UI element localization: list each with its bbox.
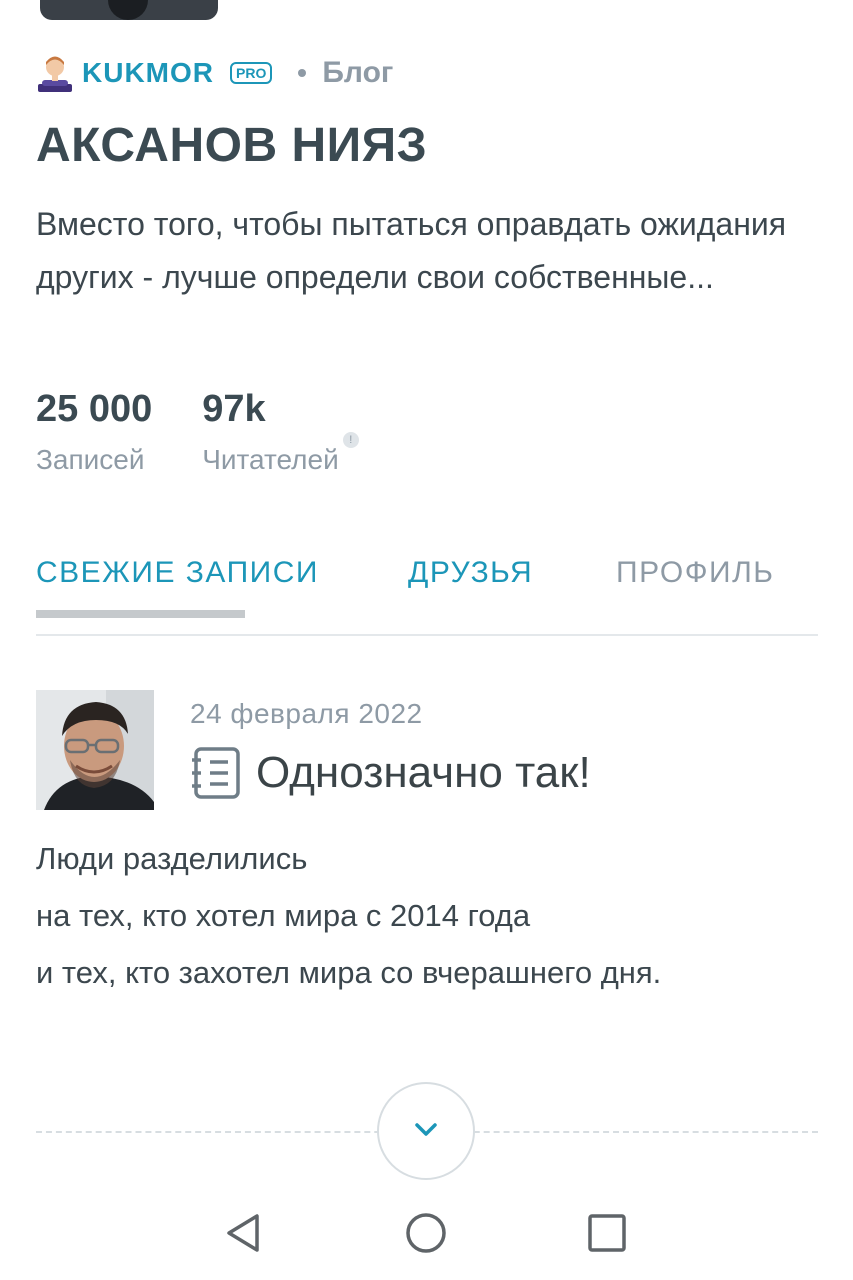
user-avatar-icon: [38, 56, 72, 92]
expand-post-button[interactable]: [377, 1082, 475, 1180]
post-date: 24 февраля 2022: [190, 698, 423, 729]
post-body-line: Люди разделились: [36, 841, 308, 876]
tab-profile[interactable]: ПРОФИЛЬ: [616, 556, 775, 590]
home-circle-icon[interactable]: [403, 1210, 449, 1256]
blog-stats: 25 000 Записей 97k Читателей!: [36, 384, 389, 476]
stat-readers-label-text: Читателей: [202, 444, 339, 475]
blog-author-line: KUKMOR PRO Блог: [36, 52, 393, 94]
username-link[interactable]: KUKMOR: [82, 57, 214, 89]
stat-readers-label: Читателей!: [202, 432, 359, 476]
active-tab-indicator: [36, 610, 245, 618]
pro-badge: PRO: [230, 62, 273, 84]
recent-square-icon[interactable]: [584, 1210, 630, 1256]
blog-description: Вместо того, чтобы пытаться оправдать ож…: [36, 206, 787, 295]
post-body-line: на тех, кто хотел мира с 2014 года: [36, 898, 531, 933]
cover-image: [40, 0, 218, 20]
stat-readers-value: 97k: [202, 388, 266, 430]
notebook-icon: [192, 747, 240, 799]
system-nav-bar: [0, 1190, 853, 1280]
stat-posts-label: Записей: [36, 444, 145, 475]
blog-tabs: СВЕЖИЕ ЗАПИСИ ДРУЗЬЯ ПРОФИЛЬ: [36, 552, 818, 636]
chevron-down-icon: [415, 1123, 437, 1136]
separator-dot: [298, 69, 307, 77]
post-title-row[interactable]: Однозначно так!: [190, 746, 591, 800]
author-avatar[interactable]: [36, 690, 154, 810]
cover-shadow: [108, 0, 148, 20]
tab-friends[interactable]: ДРУЗЬЯ: [408, 556, 533, 590]
post-title[interactable]: Однозначно так!: [256, 748, 591, 798]
stat-posts-value: 25 000: [36, 388, 153, 430]
blog-section-link[interactable]: Блог: [322, 56, 393, 90]
post-body-line: и тех, кто захотел мира со вчерашнего дн…: [36, 955, 662, 990]
blog-page: KUKMOR PRO Блог АКСАНОВ НИЯЗ Вместо того…: [0, 0, 853, 1280]
post-body: Люди разделились на тех, кто хотел мира …: [36, 830, 818, 1001]
stat-readers[interactable]: 97k Читателей!: [202, 384, 359, 476]
stat-posts[interactable]: 25 000 Записей: [36, 384, 152, 476]
blog-title: АКСАНОВ НИЯЗ: [36, 119, 428, 172]
info-icon[interactable]: !: [342, 432, 359, 448]
tab-fresh-posts[interactable]: СВЕЖИЕ ЗАПИСИ: [36, 556, 319, 590]
gear-icon[interactable]: [765, 0, 795, 8]
back-triangle-icon[interactable]: [221, 1210, 267, 1256]
